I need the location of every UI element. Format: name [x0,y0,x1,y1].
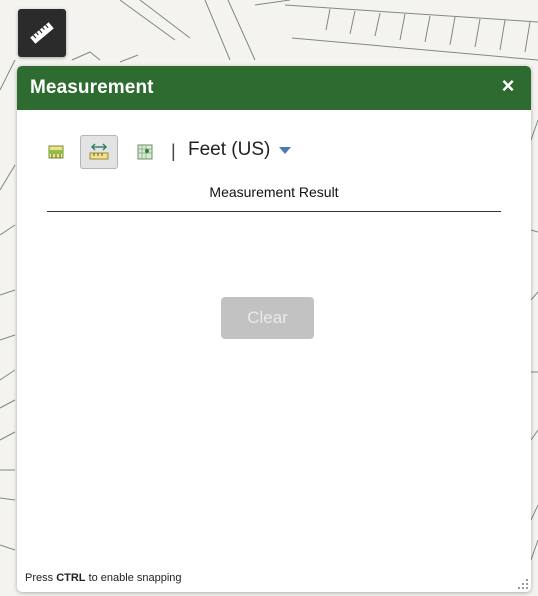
panel-title: Measurement [30,77,154,98]
distance-tool-button[interactable] [80,135,118,169]
result-heading: Measurement Result [209,184,339,200]
area-tool-button[interactable] [42,135,70,169]
snapping-hint: Press CTRL to enable snapping [25,572,182,584]
snapping-hint-key: CTRL [56,572,86,584]
close-button[interactable]: × [497,75,519,97]
caret-down-icon [279,146,292,154]
location-measure-icon [137,144,153,160]
resize-grip-icon[interactable] [517,578,529,590]
snapping-hint-prefix: Press [25,572,57,584]
clear-button[interactable]: Clear [221,297,314,339]
toolbar-separator: | [171,141,176,161]
unit-dropdown[interactable]: Feet (US) [188,139,292,161]
unit-label: Feet (US) [188,139,271,160]
distance-measure-icon [89,143,109,160]
snapping-hint-suffix: to enable snapping [85,572,182,584]
area-measure-icon [48,145,64,159]
measurement-panel: Measurement × | Feet (US) Measurement Re… [17,66,531,592]
measurement-toolbar: | Feet (US) [42,135,342,169]
result-divider [47,211,501,212]
location-tool-button[interactable] [132,135,158,169]
ruler-icon [30,22,54,44]
measurement-widget-button[interactable] [18,9,66,57]
panel-header: Measurement × [17,66,531,110]
